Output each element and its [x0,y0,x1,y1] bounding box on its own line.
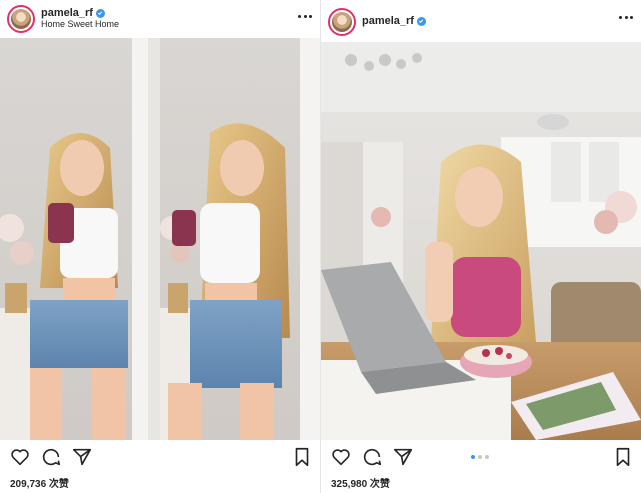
bookmark-icon[interactable] [291,446,313,468]
likes-count[interactable]: 325,980 次赞 [331,475,390,490]
avatar[interactable] [7,5,35,33]
share-icon[interactable] [71,446,93,468]
location-link[interactable]: Home Sweet Home [41,19,119,29]
likes-count[interactable]: 209,736 次赞 [10,475,69,490]
verified-badge-icon [95,8,105,18]
carousel-dot [485,455,489,459]
heart-icon[interactable] [330,446,352,468]
feed-screenshot: pamela_rf Home Sweet Home 209,736 次赞 pam… [0,0,641,493]
action-bar [0,446,320,472]
comment-icon[interactable] [361,446,383,468]
post-photo[interactable] [0,38,320,440]
heart-icon[interactable] [9,446,31,468]
username-text[interactable]: pamela_rf [41,7,93,19]
post-left: pamela_rf Home Sweet Home 209,736 次赞 [0,0,320,493]
post-header: pamela_rf Home Sweet Home [0,0,320,38]
share-icon[interactable] [392,446,414,468]
more-options-icon[interactable] [296,9,314,23]
more-options-icon[interactable] [617,10,635,24]
post-right: pamela_rf 325,980 次赞 [321,0,641,493]
username-link[interactable]: pamela_rf [41,7,105,19]
bookmark-icon[interactable] [612,446,634,468]
avatar[interactable] [328,8,356,36]
carousel-dot [478,455,482,459]
username-link[interactable]: pamela_rf [362,15,426,27]
comment-icon[interactable] [40,446,62,468]
username-text[interactable]: pamela_rf [362,15,414,27]
action-bar [321,446,641,472]
carousel-dot [471,455,475,459]
verified-badge-icon [416,16,426,26]
post-photo[interactable] [321,42,641,440]
carousel-dots [471,455,489,459]
post-header: pamela_rf [321,0,641,42]
